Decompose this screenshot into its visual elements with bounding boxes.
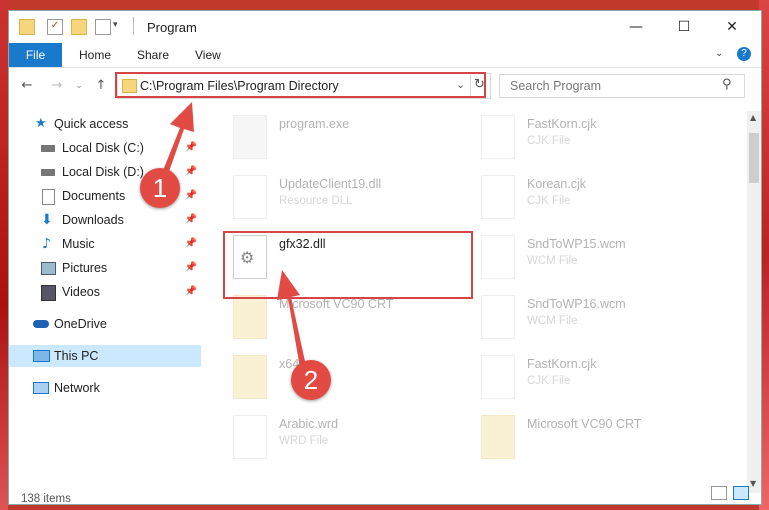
annotation-arrows: [160, 102, 306, 368]
callout-1: 1: [140, 168, 180, 208]
arrow-2: [277, 270, 306, 368]
callout-2: 2: [291, 360, 331, 400]
